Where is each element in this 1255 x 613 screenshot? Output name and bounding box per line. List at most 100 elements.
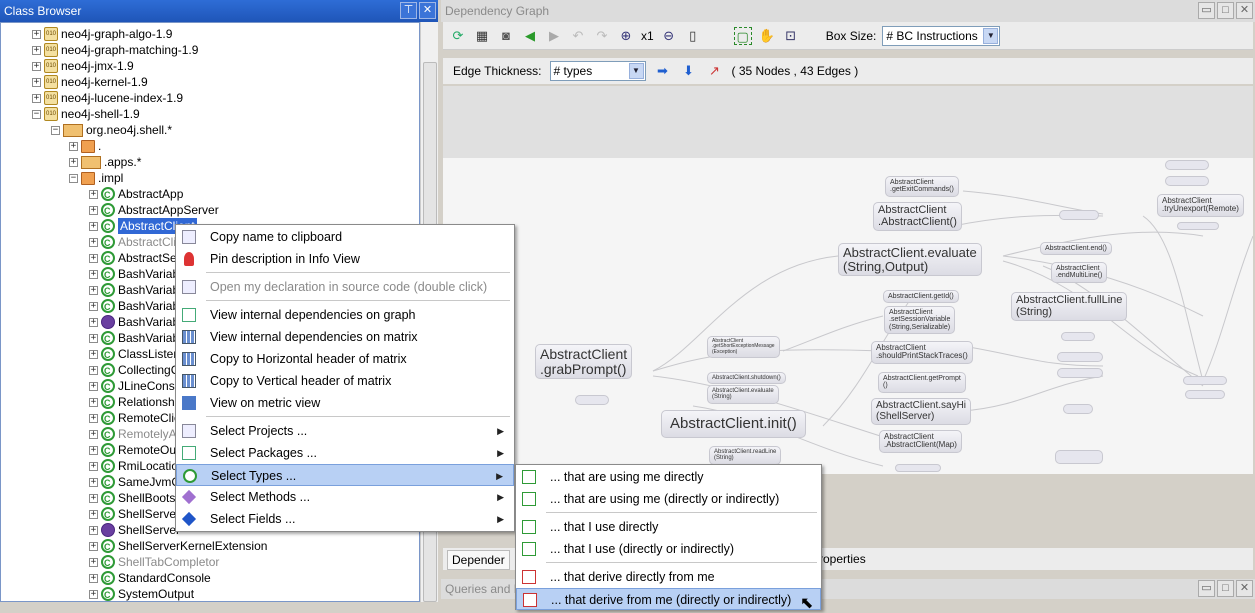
tree-item[interactable]: + .apps.* — [69, 154, 141, 170]
submenu-item[interactable]: ... that I use (directly or indirectly) — [516, 538, 821, 560]
tree-item[interactable]: + BashVariab — [89, 314, 179, 330]
expand-toggle-icon[interactable]: + — [89, 253, 98, 263]
tree-item[interactable]: + CollectingC — [89, 362, 179, 379]
arrow-right-icon[interactable]: ➡ — [654, 62, 672, 80]
tree-item[interactable]: + ClassLister — [89, 346, 177, 363]
dependency-graph-canvas[interactable]: AbstractClient .getExitCommands() Abstra… — [443, 86, 1253, 474]
node-shouldPrintStackTraces[interactable]: AbstractClient .shouldPrintStackTraces() — [871, 341, 973, 364]
edge-thickness-select[interactable]: # types ▼ — [549, 61, 646, 81]
expand-toggle-icon[interactable]: + — [89, 221, 98, 231]
menu-item-select-projects[interactable]: Select Projects ... ▶ — [176, 420, 514, 442]
tab-properties[interactable]: roperties — [815, 550, 870, 570]
node-blank[interactable] — [1055, 450, 1103, 464]
expand-toggle-icon[interactable]: + — [89, 301, 98, 311]
arrow-down-icon[interactable]: ⬇ — [680, 62, 698, 80]
back-arrow-icon[interactable]: ◀ — [521, 27, 539, 45]
tree-item[interactable]: +010 neo4j-lucene-index-1.9 — [32, 90, 183, 106]
expand-toggle-icon[interactable]: + — [89, 237, 98, 247]
menu-item-view-internal-dependencies-on-graph[interactable]: View internal dependencies on graph — [176, 304, 514, 326]
expand-toggle-icon[interactable]: + — [89, 541, 98, 551]
page-icon[interactable]: ▯ — [684, 27, 702, 45]
collapse-toggle-icon[interactable]: − — [51, 125, 60, 135]
tree-item[interactable]: + AbstractApp — [89, 186, 183, 203]
menu-item-copy-name-to-clipboard[interactable]: Copy name to clipboard — [176, 226, 514, 248]
tree-item[interactable]: + Relationshi — [89, 394, 177, 411]
node-blank[interactable] — [895, 464, 941, 472]
menu-item-copy-to-horizontal-header-of-matrix[interactable]: Copy to Horizontal header of matrix — [176, 348, 514, 370]
node-getExitCommands[interactable]: AbstractClient .getExitCommands() — [885, 176, 959, 197]
tree-item[interactable]: + BashVariab — [89, 266, 179, 283]
undo-icon[interactable]: ↶ — [569, 27, 587, 45]
tree-item[interactable]: + BashVariab — [89, 298, 179, 315]
expand-toggle-icon[interactable]: + — [89, 509, 98, 519]
hand-tool-icon[interactable]: ✋ — [758, 27, 776, 45]
box-size-select[interactable]: # BC Instructions ▼ — [882, 25, 1001, 46]
node-blank[interactable] — [575, 395, 609, 405]
tree-item[interactable]: + ShellServerKernelExtension — [89, 538, 267, 555]
node-blank[interactable] — [1185, 390, 1225, 399]
node-init[interactable]: AbstractClient.init() — [661, 410, 806, 438]
zoom-out-icon[interactable]: ⊖ — [660, 27, 678, 45]
expand-toggle-icon[interactable]: + — [89, 589, 98, 599]
tree-item[interactable]: + ShellServer — [89, 522, 180, 538]
tree-item[interactable]: + StandardConsole — [89, 570, 211, 587]
close-icon[interactable]: ✕ — [1236, 2, 1253, 19]
expand-toggle-icon[interactable]: + — [89, 269, 98, 279]
menu-item-open-my-declaration-in-source-code-double-click[interactable]: Open my declaration in source code (doub… — [176, 276, 514, 298]
node-fullLine[interactable]: AbstractClient.fullLine (String) — [1011, 292, 1128, 322]
refresh-icon[interactable]: ⟳ — [449, 27, 467, 45]
menu-item-view-on-metric-view[interactable]: View on metric view — [176, 392, 514, 414]
tree-item[interactable]: − org.neo4j.shell.* — [51, 122, 172, 138]
expand-toggle-icon[interactable]: + — [89, 573, 98, 583]
expand-toggle-icon[interactable]: + — [89, 413, 98, 423]
expand-toggle-icon[interactable]: + — [89, 445, 98, 455]
select-mode-icon[interactable]: ▢ — [733, 26, 752, 45]
maximize-icon[interactable]: □ — [1217, 580, 1234, 597]
node-tryUnexport[interactable]: AbstractClient .tryUnexport(Remote) — [1157, 194, 1244, 217]
expand-toggle-icon[interactable]: + — [89, 557, 98, 567]
zoom-box-icon[interactable]: ⊡ — [782, 27, 800, 45]
node-blank[interactable] — [1061, 332, 1095, 341]
forward-arrow-icon[interactable]: ▶ — [545, 27, 563, 45]
node-abstractclient-map[interactable]: AbstractClient .AbstractClient(Map) — [879, 430, 962, 453]
tree-item[interactable]: + BashVariab — [89, 330, 179, 347]
node-blank[interactable] — [1059, 210, 1099, 220]
tree-item[interactable]: +010 neo4j-jmx-1.9 — [32, 58, 134, 74]
node-blank[interactable] — [1063, 404, 1093, 414]
node-getShortExceptionMessage[interactable]: AbstractClient .getShortExceptionMessage… — [707, 336, 780, 358]
tree-item[interactable]: + RmiLocatio — [89, 458, 178, 475]
expand-toggle-icon[interactable]: + — [32, 61, 41, 71]
tree-item[interactable]: + JLineConso — [89, 378, 181, 395]
redo-icon[interactable]: ↷ — [593, 27, 611, 45]
tree-item[interactable]: + ShellBoots — [89, 490, 175, 507]
expand-toggle-icon[interactable]: + — [89, 189, 98, 199]
expand-toggle-icon[interactable]: + — [89, 397, 98, 407]
close-icon[interactable]: ✕ — [419, 2, 436, 19]
node-sayHi[interactable]: AbstractClient.sayHi (ShellServer) — [871, 398, 972, 425]
minimize-icon[interactable]: ▭ — [1198, 2, 1215, 19]
zoom-in-icon[interactable]: ⊕ — [617, 27, 635, 45]
node-evaluate-string[interactable]: AbstractClient.evaluate (String) — [707, 385, 779, 404]
expand-toggle-icon[interactable]: + — [89, 493, 98, 503]
node-abstractclient-ctor[interactable]: AbstractClient .AbstractClient() — [873, 202, 962, 232]
zoom-level[interactable]: x1 — [641, 29, 654, 43]
menu-item-select-fields[interactable]: Select Fields ... ▶ — [176, 508, 514, 530]
submenu-item[interactable]: ... that I use directly — [516, 516, 821, 538]
chart-icon[interactable]: ↗ — [706, 62, 724, 80]
submenu-item[interactable]: ... that are using me directly — [516, 466, 821, 488]
node-blank[interactable] — [1177, 222, 1219, 230]
expand-toggle-icon[interactable]: + — [89, 477, 98, 487]
node-endMultiLine[interactable]: AbstractClient .endMultiLine() — [1051, 262, 1108, 283]
node-blank[interactable] — [1057, 352, 1103, 362]
layout-icon[interactable]: ▦ — [473, 27, 491, 45]
node-blank[interactable] — [1165, 176, 1209, 186]
node-readLine[interactable]: AbstractClient.readLine (String) — [709, 446, 782, 465]
expand-toggle-icon[interactable]: + — [89, 525, 98, 535]
expand-toggle-icon[interactable]: + — [69, 157, 78, 167]
tree-item[interactable]: + RemoteOut — [89, 442, 179, 459]
tab-dependencies[interactable]: Depender — [447, 550, 510, 570]
expand-toggle-icon[interactable]: + — [69, 141, 78, 151]
expand-toggle-icon[interactable]: + — [89, 333, 98, 343]
tree-item[interactable]: − .impl — [69, 170, 123, 186]
tree-item[interactable]: +010 neo4j-graph-algo-1.9 — [32, 26, 172, 42]
